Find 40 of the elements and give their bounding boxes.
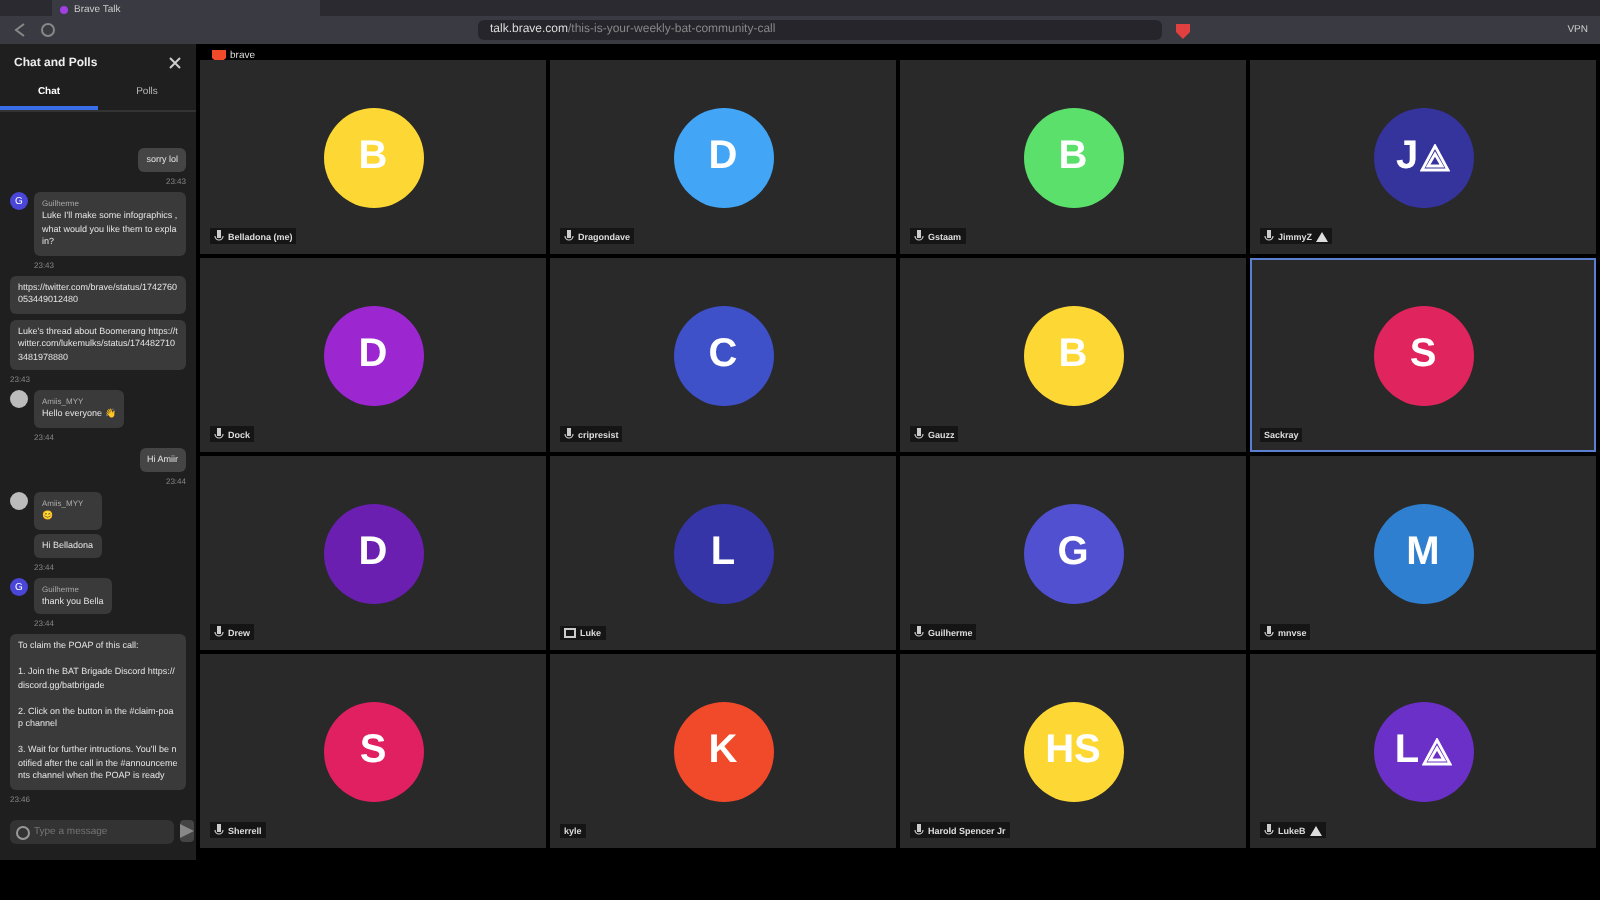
participant-avatar: B <box>1023 305 1123 405</box>
mic-icon <box>914 428 924 440</box>
mic-icon <box>914 824 924 836</box>
participant-avatar: C <box>673 305 773 405</box>
shield-icon[interactable] <box>1174 21 1192 39</box>
mic-icon <box>914 626 924 638</box>
mic-icon <box>564 230 574 242</box>
emoji-icon[interactable] <box>16 826 30 840</box>
triangle-icon <box>1316 231 1329 241</box>
participant-avatar: S <box>323 701 423 801</box>
screen-icon <box>564 628 576 638</box>
participant-avatar: K <box>673 701 773 801</box>
participant-avatar: G <box>1023 503 1123 603</box>
reload-icon[interactable] <box>40 22 56 38</box>
mic-icon <box>214 824 224 836</box>
participant-avatar: L <box>673 503 773 603</box>
send-button[interactable] <box>180 820 194 842</box>
mic-icon <box>1264 230 1274 242</box>
participant-avatar: D <box>673 107 773 207</box>
user-avatar <box>10 492 28 511</box>
mic-icon <box>914 230 924 242</box>
participant-avatar: B <box>323 107 423 207</box>
back-icon[interactable] <box>12 22 28 38</box>
participant-avatar: D <box>323 305 423 405</box>
participant-avatar: M <box>1373 503 1473 603</box>
participant-avatar: L <box>1373 701 1473 801</box>
close-icon[interactable] <box>168 56 182 70</box>
mic-icon <box>214 428 224 440</box>
participant-avatar: J <box>1373 107 1473 207</box>
mic-icon <box>1264 824 1274 836</box>
triangle-icon <box>1309 825 1322 835</box>
user-avatar <box>10 390 28 409</box>
participant-avatar: S <box>1373 305 1473 405</box>
mic-icon <box>214 230 224 242</box>
mic-icon <box>1264 626 1274 638</box>
participant-avatar: D <box>323 503 423 603</box>
participant-avatar: HS <box>1023 701 1123 801</box>
mic-icon <box>214 626 224 638</box>
mic-icon <box>564 428 574 440</box>
participant-avatar: B <box>1023 107 1123 207</box>
